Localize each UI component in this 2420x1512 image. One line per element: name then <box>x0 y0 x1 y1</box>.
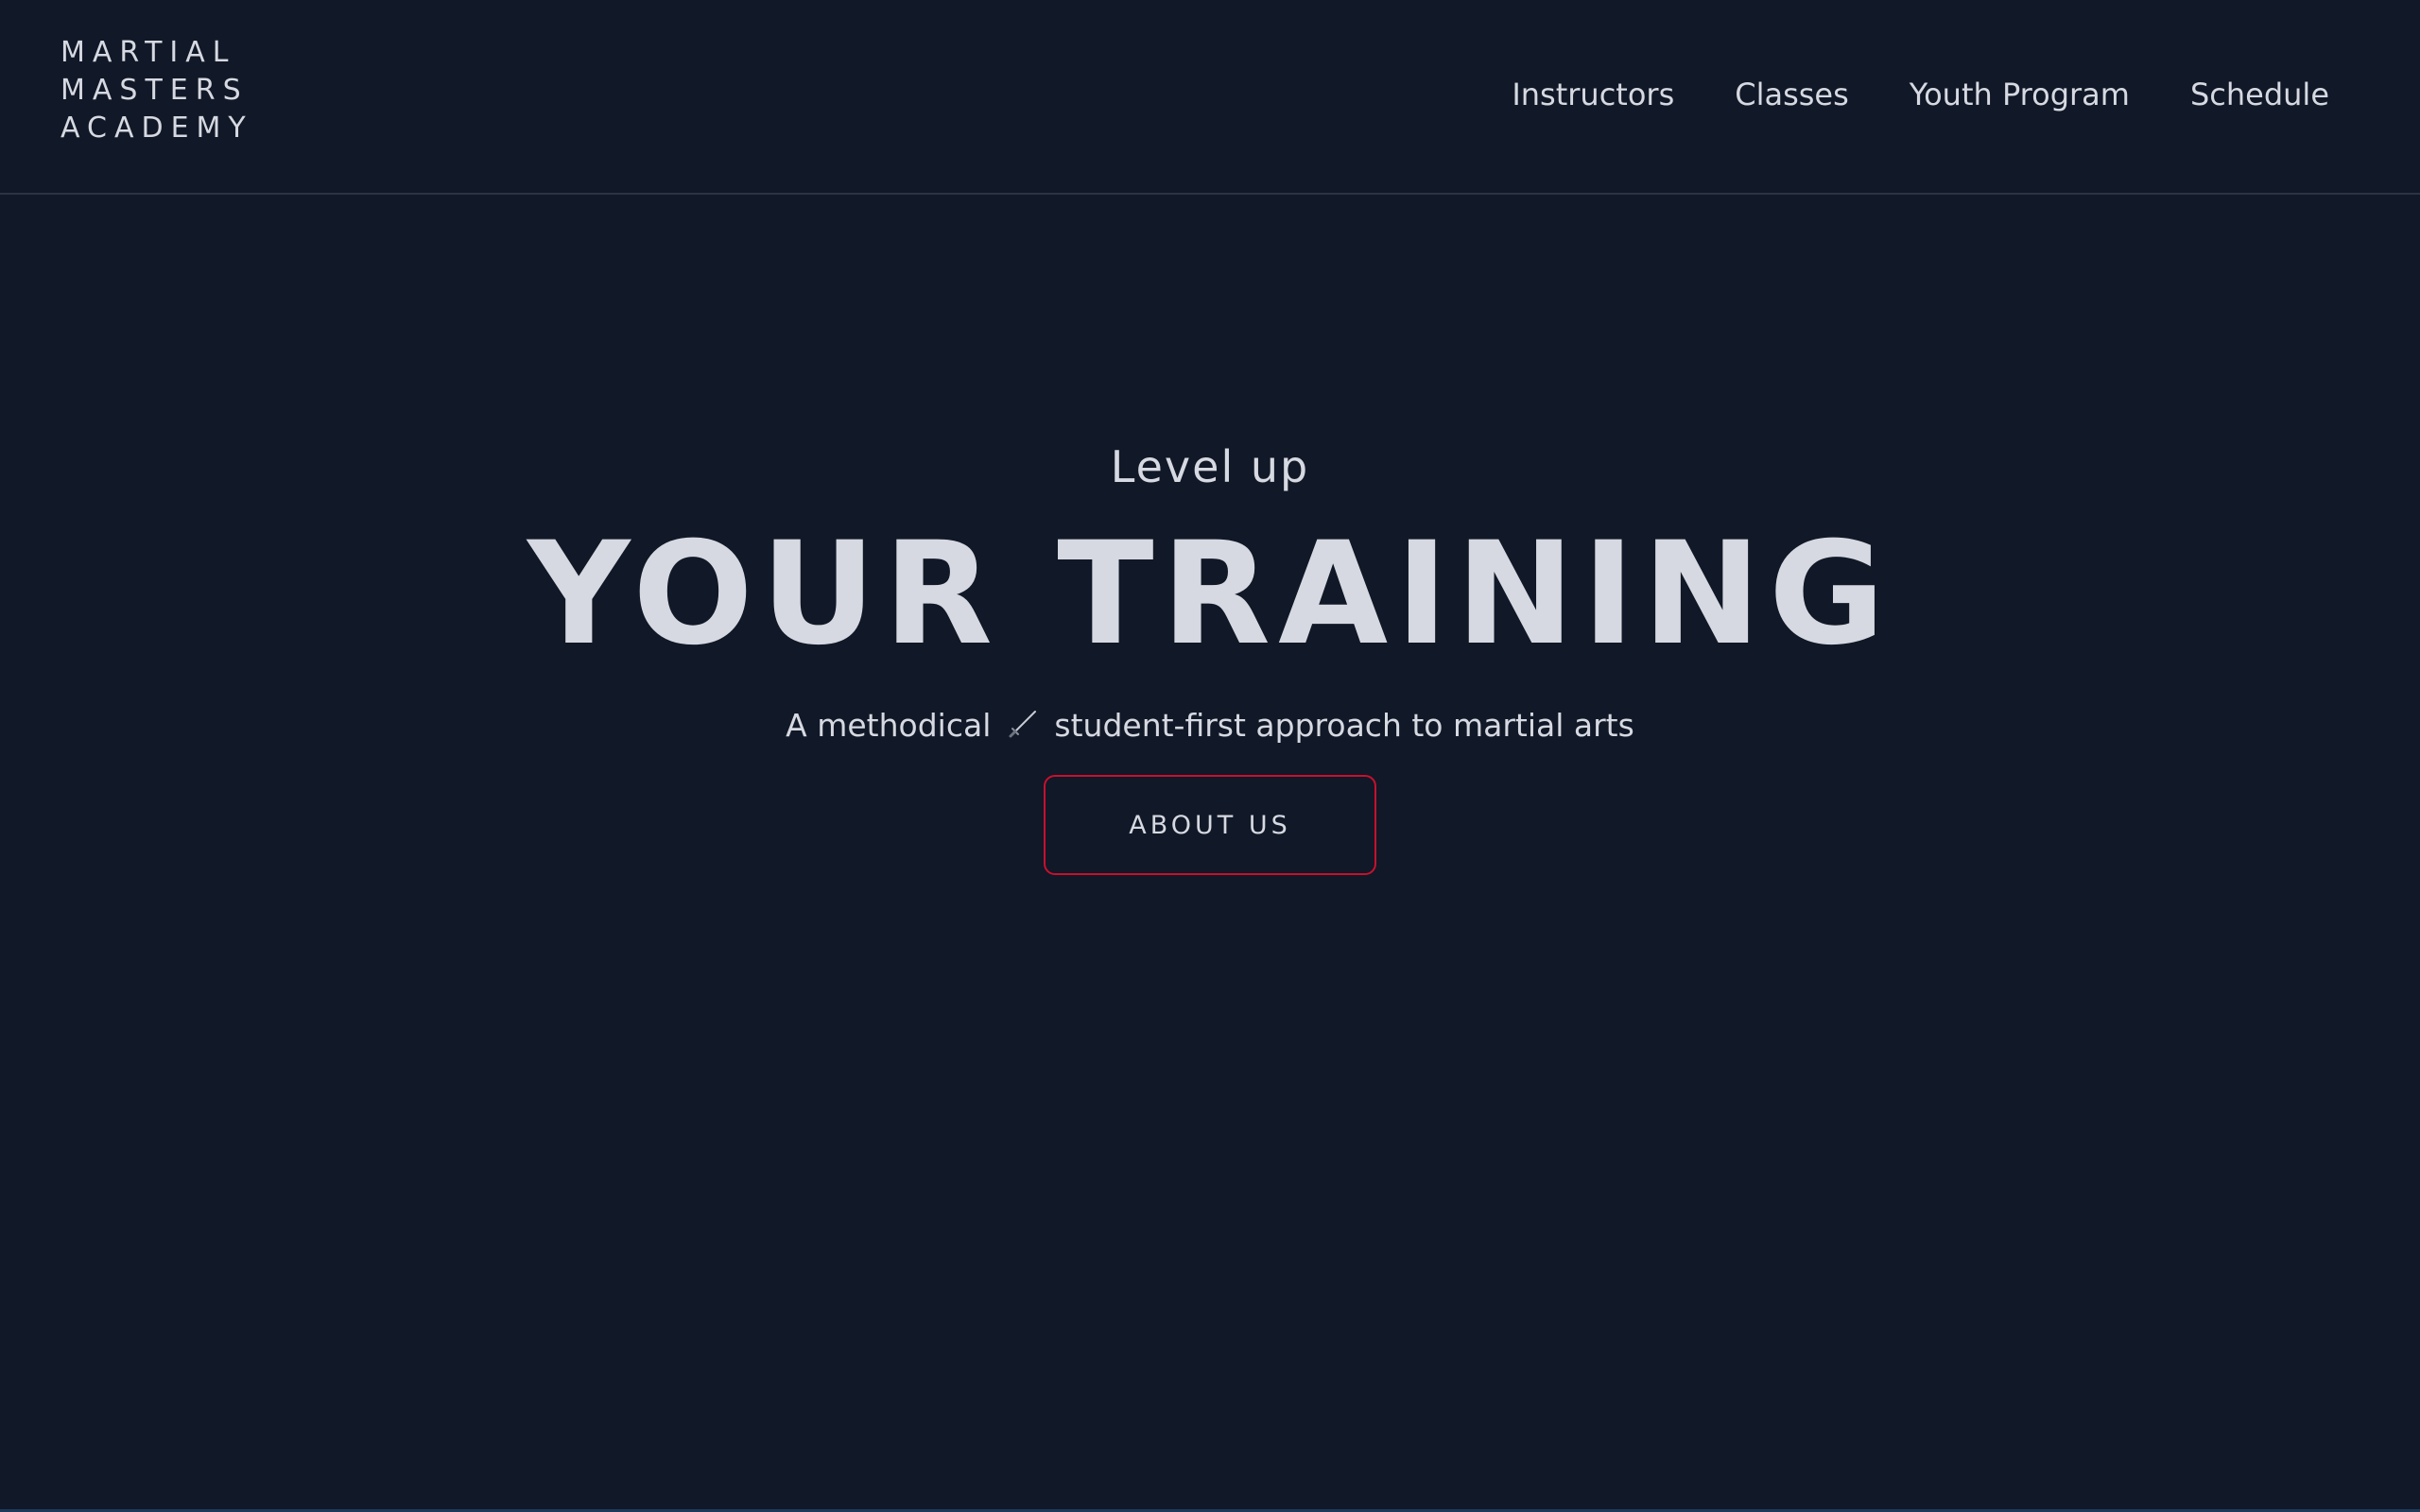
main-nav: Instructors Classes Youth Program Schedu… <box>1512 74 2329 115</box>
hero-headline: YOUR TRAINING <box>527 512 1893 677</box>
tagline-text-before: A methodical <box>786 707 992 744</box>
nav-item-instructors[interactable]: Instructors <box>1512 74 1674 115</box>
about-us-button[interactable]: ABOUT US <box>1044 775 1376 875</box>
tagline-text-after: student-first approach to martial arts <box>1054 707 1634 744</box>
logo-line-3: ACADEMY <box>60 112 253 145</box>
site-header: MARTIAL MASTERS ACADEMY Instructors Clas… <box>0 0 2420 195</box>
logo-line-2: MASTERS <box>60 74 249 107</box>
nav-item-schedule[interactable]: Schedule <box>2190 74 2329 115</box>
hero-eyebrow: Level up <box>1110 441 1310 492</box>
logo-line-1: MARTIAL <box>60 36 236 69</box>
hero-tagline: A methodical student-first approach to m… <box>0 697 2420 754</box>
nav-item-youth-program[interactable]: Youth Program <box>1910 74 2130 115</box>
page: MARTIAL MASTERS ACADEMY Instructors Clas… <box>0 0 2420 1512</box>
site-logo[interactable]: MARTIAL MASTERS ACADEMY <box>60 34 278 147</box>
sword-icon <box>1007 701 1039 738</box>
nav-item-classes[interactable]: Classes <box>1735 74 1849 115</box>
